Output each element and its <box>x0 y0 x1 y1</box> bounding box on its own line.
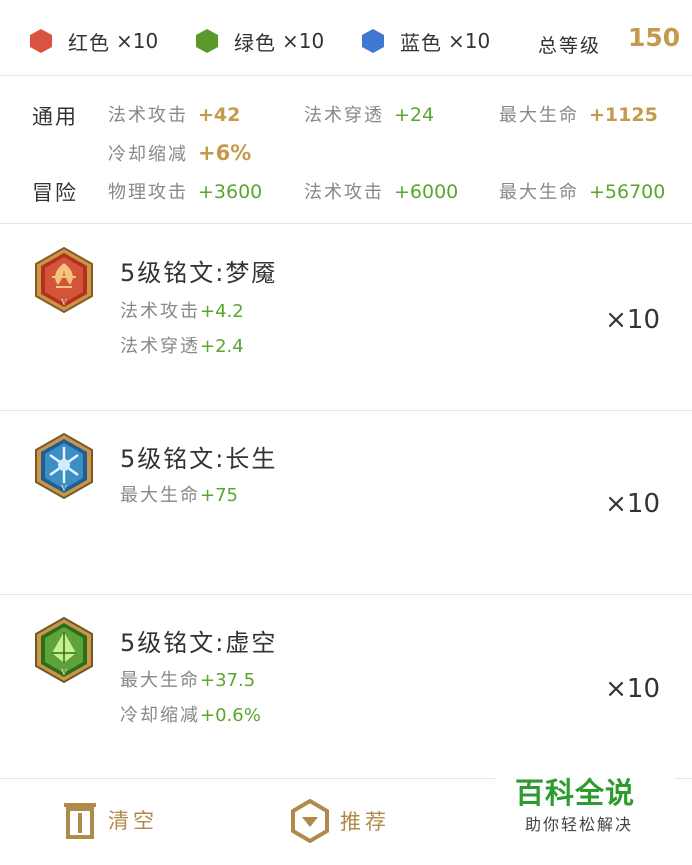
green-hexagon-icon <box>196 29 218 53</box>
attribute-summary: 通用 法术攻击 +42 法术穿透 +24 最大生命 +1125 冷却缩减 +6%… <box>0 77 692 224</box>
rune-title: 5级铭文:长生 <box>120 445 278 473</box>
rune-stat-name: 最大生命 <box>120 670 200 691</box>
rune-count: ×10 <box>605 489 660 519</box>
watermark-title: 百科全说 <box>515 776 636 810</box>
rune-title: 5级铭文:虚空 <box>120 629 278 657</box>
watermark-subtitle: 助你轻松解决 <box>525 815 634 834</box>
green-rune-icon: V <box>35 617 93 683</box>
stat-value: +6% <box>198 141 252 165</box>
adventure-stat: 物理攻击 +3600 <box>108 178 262 204</box>
rune-count: ×10 <box>605 305 660 335</box>
stat-value: +3600 <box>198 181 263 203</box>
blue-rune-icon: V <box>35 433 93 499</box>
rune-stat-name: 最大生命 <box>120 485 200 506</box>
svg-text:V: V <box>60 484 67 493</box>
stat-name: 法术攻击 <box>304 182 384 203</box>
green-count: ×10 <box>282 29 325 53</box>
red-label: 红色 <box>68 30 110 55</box>
red-rune-icon: V <box>35 247 93 313</box>
rune-title: 5级铭文:梦魇 <box>120 259 278 287</box>
general-category-label: 通用 <box>32 105 78 129</box>
rune-stat-name: 法术穿透 <box>120 336 200 357</box>
green-label: 绿色 <box>234 30 276 55</box>
general-stat: 法术攻击 +42 <box>108 101 240 127</box>
rune-stat: 法术攻击 +4.2 <box>120 297 244 323</box>
total-level-value: 150 <box>628 23 681 52</box>
rune-stat: 法术穿透 +2.4 <box>120 332 244 358</box>
adventure-stat: 最大生命 +56700 <box>499 178 665 204</box>
stat-name: 物理攻击 <box>108 182 188 203</box>
adventure-category-label: 冒险 <box>32 181 78 205</box>
stat-name: 冷却缩减 <box>108 144 188 165</box>
rune-row-longevity[interactable]: V 5级铭文:长生 最大生命 +75 ×10 <box>0 411 692 595</box>
blue-count: ×10 <box>448 29 491 53</box>
blue-rune-count: 蓝色 ×10 <box>362 24 490 58</box>
svg-text:V: V <box>60 298 67 307</box>
rune-stat-value: +75 <box>200 485 238 506</box>
rune-count: ×10 <box>605 674 660 704</box>
general-stat: 冷却缩减 +6% <box>108 140 251 166</box>
rune-row-nightmare[interactable]: V 5级铭文:梦魇 法术攻击 +4.2 法术穿透 +2.4 ×10 <box>0 225 692 411</box>
green-rune-count: 绿色 ×10 <box>196 24 324 58</box>
rune-stat-name: 法术攻击 <box>120 301 200 322</box>
trash-icon <box>64 803 96 839</box>
general-stat: 法术穿透 +24 <box>304 101 434 127</box>
rune-stat-name: 冷却缩减 <box>120 705 200 726</box>
rune-stat: 最大生命 +75 <box>120 481 238 507</box>
stat-name: 法术攻击 <box>108 105 188 126</box>
red-count: ×10 <box>116 29 159 53</box>
stat-name: 最大生命 <box>499 105 579 126</box>
watermark: 百科全说 助你轻松解决 <box>495 744 675 844</box>
stat-value: +24 <box>394 104 435 126</box>
clear-label: 清空 <box>108 809 158 833</box>
stat-value: +42 <box>198 104 241 126</box>
blue-hexagon-icon <box>362 29 384 53</box>
rune-stat-value: +4.2 <box>200 301 244 322</box>
stat-value: +56700 <box>589 181 666 203</box>
recommend-hexagon-icon <box>291 799 329 843</box>
adventure-stat: 法术攻击 +6000 <box>304 178 458 204</box>
total-level-label: 总等级 <box>538 35 602 57</box>
general-stat: 最大生命 +1125 <box>499 101 658 127</box>
rune-stat-value: +0.6% <box>200 705 261 726</box>
red-rune-count: 红色 ×10 <box>30 24 158 58</box>
red-hexagon-icon <box>30 29 52 53</box>
rune-color-summary: 红色 ×10 绿色 ×10 蓝色 ×10 总等级 150 <box>0 0 692 76</box>
clear-button[interactable]: 清空 <box>62 799 158 841</box>
svg-text:V: V <box>60 668 67 677</box>
rune-stat: 最大生命 +37.5 <box>120 666 255 692</box>
stat-name: 最大生命 <box>499 182 579 203</box>
blue-label: 蓝色 <box>400 30 442 55</box>
recommend-label: 推荐 <box>340 810 390 834</box>
rune-stat-value: +37.5 <box>200 670 256 691</box>
recommend-button[interactable]: 推荐 <box>290 799 390 843</box>
stat-name: 法术穿透 <box>304 105 384 126</box>
stat-value: +6000 <box>394 181 459 203</box>
rune-stat: 冷却缩减 +0.6% <box>120 701 261 727</box>
stat-value: +1125 <box>589 104 658 126</box>
rune-stat-value: +2.4 <box>200 336 244 357</box>
